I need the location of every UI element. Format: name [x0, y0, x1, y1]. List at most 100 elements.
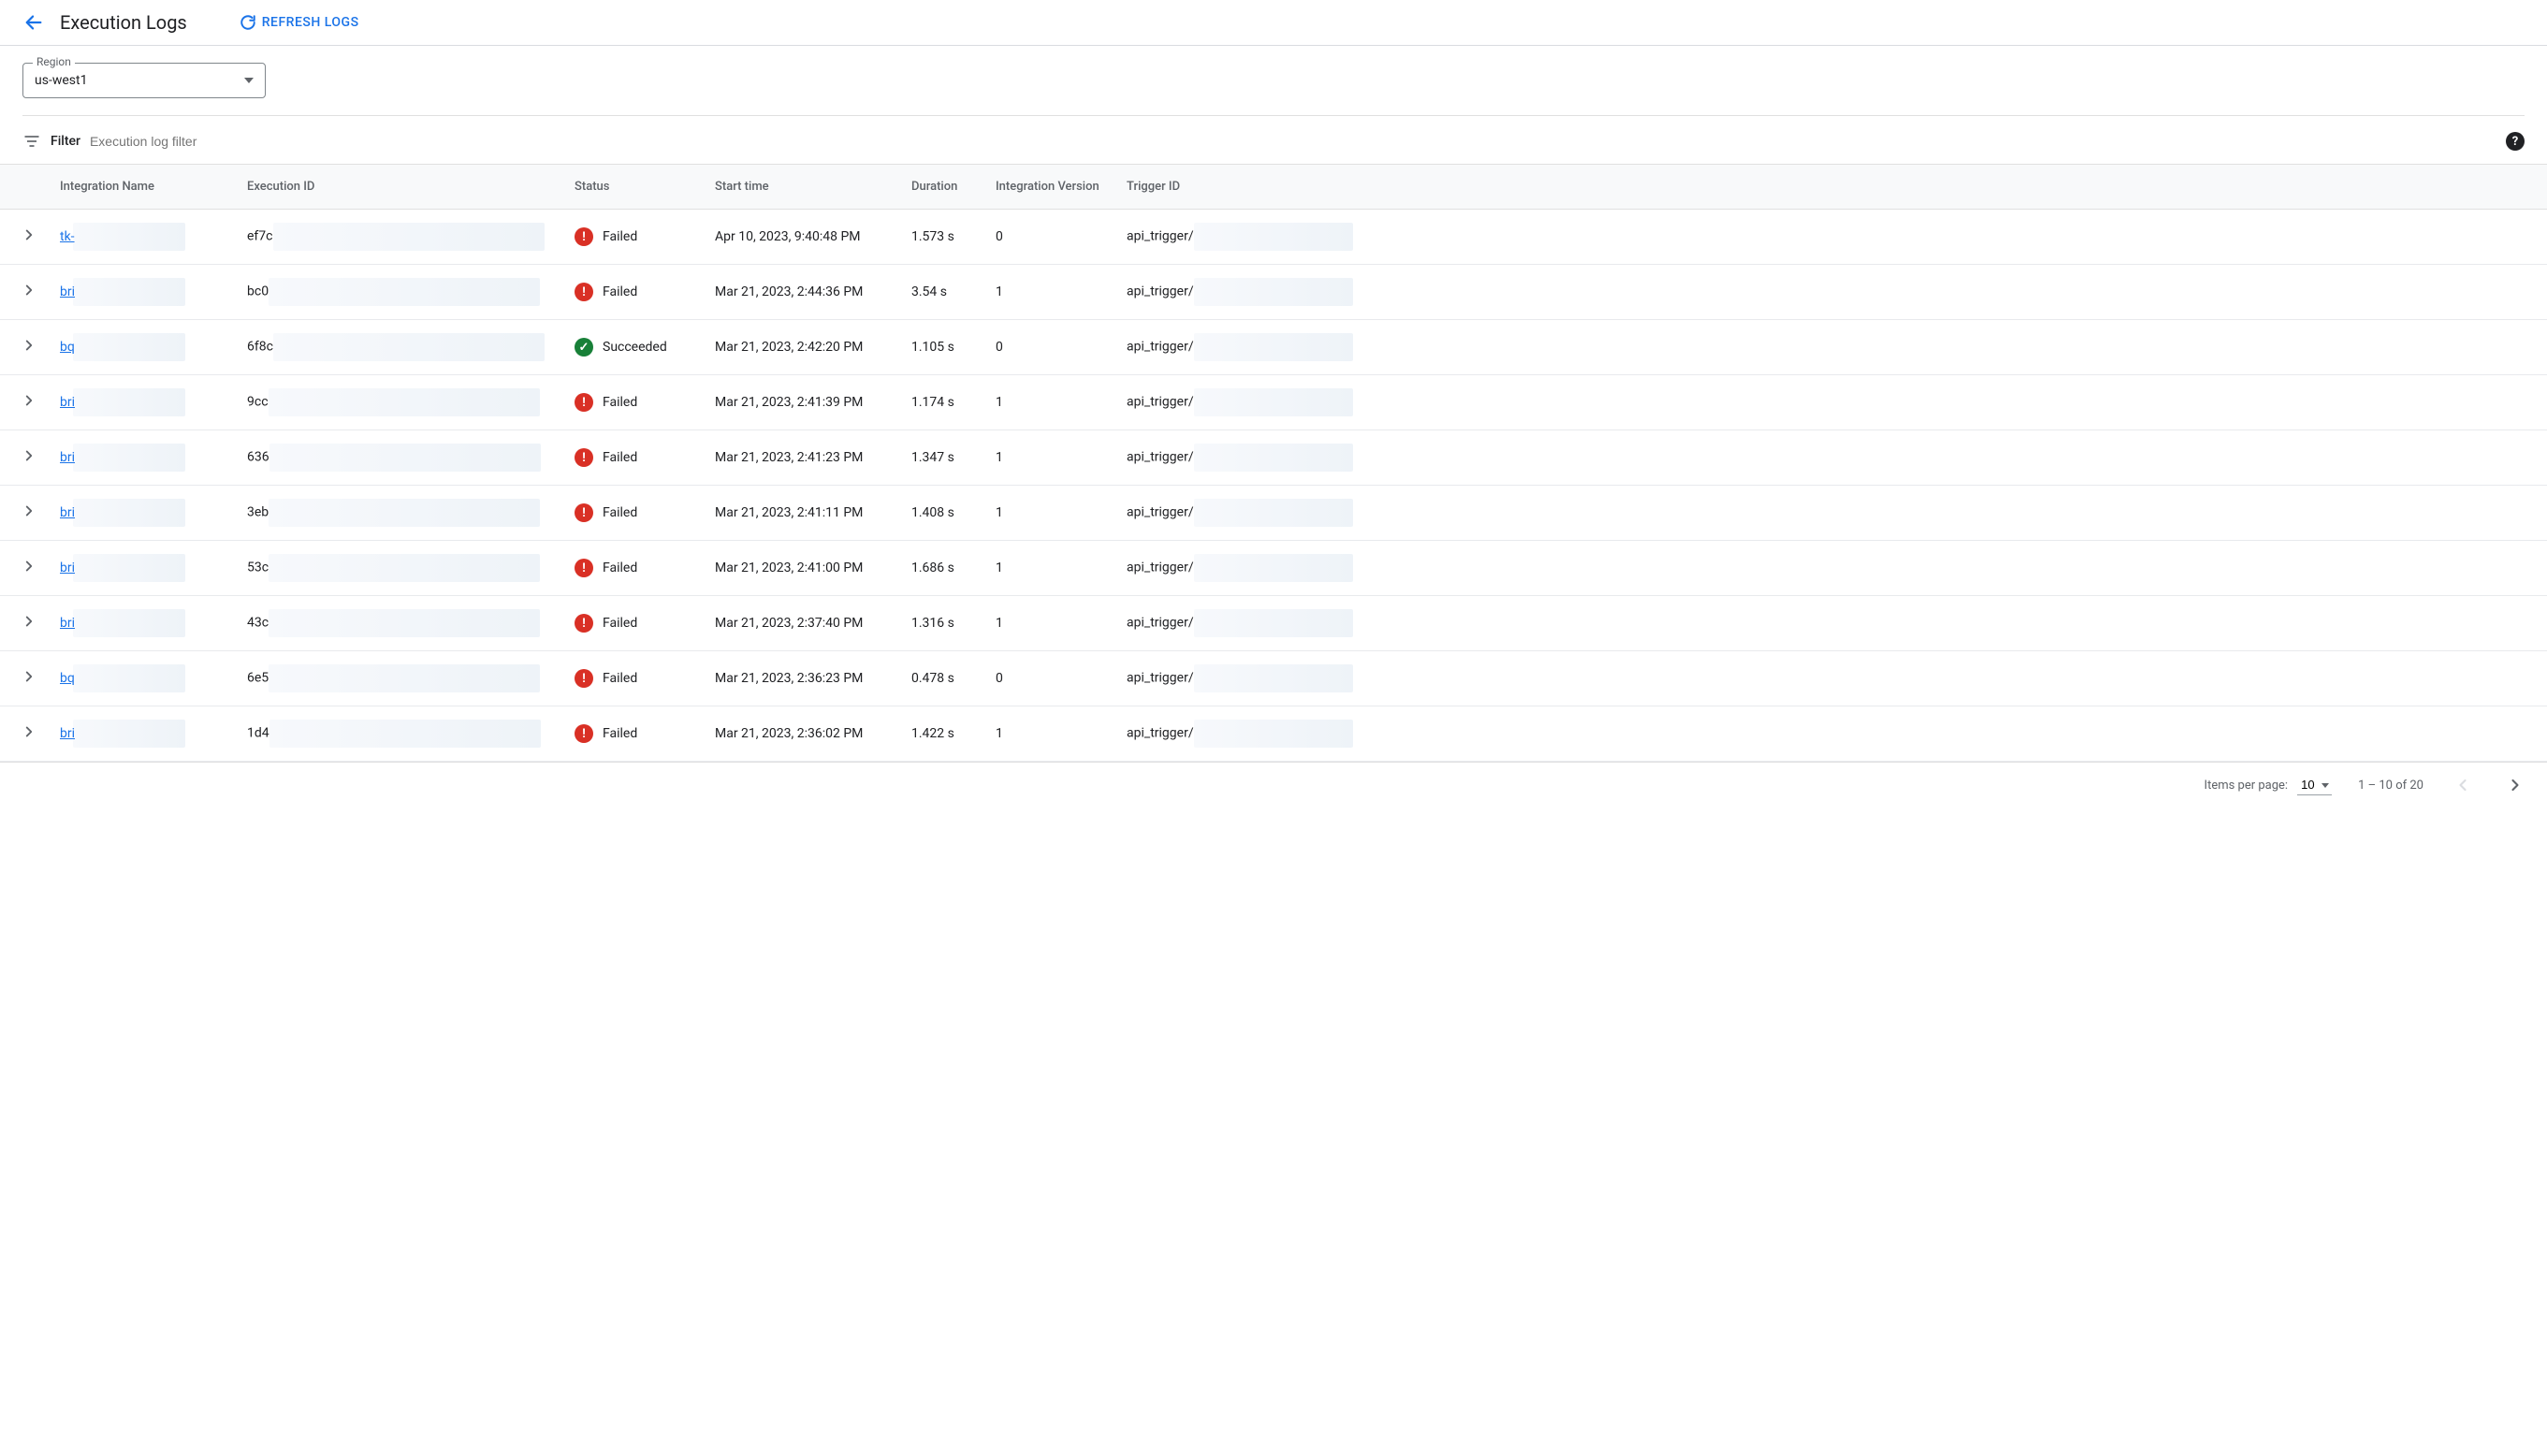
chevron-right-icon [21, 502, 37, 519]
execution-id-prefix: ef7c [247, 229, 273, 244]
status-failed-icon: ! [575, 227, 593, 246]
integration-version-value: 0 [984, 210, 1115, 265]
execution-id-prefix: 9cc [247, 395, 269, 410]
redacted-text [73, 499, 185, 527]
redacted-text [73, 333, 185, 361]
col-start-time[interactable]: Start time [704, 165, 900, 210]
page-title: Execution Logs [60, 11, 187, 34]
expand-row-button[interactable] [21, 226, 37, 243]
redacted-text [1194, 609, 1353, 637]
prev-page-button[interactable] [2450, 772, 2476, 798]
expand-row-button[interactable] [21, 723, 37, 740]
table-row: bri1d4!FailedMar 21, 2023, 2:36:02 PM1.4… [0, 706, 2547, 762]
table-row: bri3eb!FailedMar 21, 2023, 2:41:11 PM1.4… [0, 486, 2547, 541]
expand-row-button[interactable] [21, 502, 37, 519]
items-per-page-select[interactable]: 10 [2297, 775, 2332, 795]
status-cell: !Failed [575, 448, 692, 467]
duration-value: 1.422 s [900, 706, 984, 762]
chevron-right-icon [21, 447, 37, 464]
next-page-button[interactable] [2502, 772, 2528, 798]
status-label: Failed [603, 395, 637, 410]
status-failed-icon: ! [575, 559, 593, 577]
integration-version-value: 1 [984, 541, 1115, 596]
refresh-logs-label: Refresh Logs [262, 15, 359, 30]
redacted-text [269, 388, 540, 416]
table-row: bribc0!FailedMar 21, 2023, 2:44:36 PM3.5… [0, 265, 2547, 320]
execution-id-prefix: 3eb [247, 505, 269, 520]
integration-name-link[interactable]: bri [60, 726, 75, 741]
redacted-text [269, 278, 540, 306]
integration-version-value: 1 [984, 596, 1115, 651]
expand-row-button[interactable] [21, 282, 37, 298]
integration-name-link[interactable]: bq [60, 671, 75, 686]
help-icon: ? [2512, 135, 2518, 149]
expand-row-button[interactable] [21, 392, 37, 409]
refresh-icon [240, 14, 256, 31]
redacted-text [269, 664, 540, 692]
expand-row-button[interactable] [21, 613, 37, 630]
integration-name-link[interactable]: bri [60, 561, 75, 575]
filter-icon [22, 132, 41, 151]
back-button[interactable] [22, 11, 45, 34]
duration-value: 1.347 s [900, 430, 984, 486]
trigger-id-prefix: api_trigger/ [1127, 561, 1194, 575]
chevron-left-icon [2453, 776, 2472, 794]
chevron-right-icon [21, 392, 37, 409]
redacted-text [1194, 388, 1353, 416]
table-row: bri636!FailedMar 21, 2023, 2:41:23 PM1.3… [0, 430, 2547, 486]
filter-input[interactable] [90, 134, 2496, 149]
col-execution-id[interactable]: Execution ID [236, 165, 563, 210]
chevron-right-icon [21, 558, 37, 575]
duration-value: 1.686 s [900, 541, 984, 596]
status-label: Succeeded [603, 340, 667, 355]
status-label: Failed [603, 505, 637, 520]
start-time-value: Mar 21, 2023, 2:41:39 PM [704, 375, 900, 430]
status-failed-icon: ! [575, 283, 593, 301]
redacted-text [73, 720, 185, 748]
trigger-id-prefix: api_trigger/ [1127, 671, 1194, 686]
status-cell: !Failed [575, 559, 692, 577]
start-time-value: Apr 10, 2023, 9:40:48 PM [704, 210, 900, 265]
expand-row-button[interactable] [21, 668, 37, 685]
integration-name-link[interactable]: tk- [60, 229, 75, 244]
expand-row-button[interactable] [21, 337, 37, 354]
col-status[interactable]: Status [563, 165, 704, 210]
status-cell: !Failed [575, 669, 692, 688]
col-trigger-id[interactable]: Trigger ID [1115, 165, 2547, 210]
integration-name-link[interactable]: bri [60, 505, 75, 520]
expand-row-button[interactable] [21, 558, 37, 575]
col-duration[interactable]: Duration [900, 165, 984, 210]
refresh-logs-button[interactable]: Refresh Logs [240, 14, 359, 31]
trigger-id-prefix: api_trigger/ [1127, 616, 1194, 631]
expand-row-button[interactable] [21, 447, 37, 464]
status-failed-icon: ! [575, 614, 593, 633]
col-integration-name[interactable]: Integration Name [49, 165, 236, 210]
status-cell: !Failed [575, 724, 692, 743]
integration-name-link[interactable]: bri [60, 284, 75, 299]
region-select[interactable]: Region us-west1 [22, 63, 266, 98]
items-per-page: Items per page: 10 [2205, 775, 2333, 795]
integration-name-link[interactable]: bri [60, 450, 75, 465]
help-button[interactable]: ? [2506, 132, 2525, 151]
integration-name-link[interactable]: bri [60, 395, 75, 410]
start-time-value: Mar 21, 2023, 2:41:23 PM [704, 430, 900, 486]
status-failed-icon: ! [575, 503, 593, 522]
duration-value: 1.316 s [900, 596, 984, 651]
execution-id-prefix: 43c [247, 616, 269, 631]
integration-name-link[interactable]: bq [60, 340, 75, 355]
col-integration-version[interactable]: Integration Version [984, 165, 1115, 210]
chevron-right-icon [21, 723, 37, 740]
status-label: Failed [603, 616, 637, 631]
start-time-value: Mar 21, 2023, 2:41:11 PM [704, 486, 900, 541]
status-failed-icon: ! [575, 669, 593, 688]
duration-value: 1.573 s [900, 210, 984, 265]
redacted-text [73, 609, 185, 637]
redacted-text [269, 444, 541, 472]
chevron-right-icon [21, 668, 37, 685]
integration-name-link[interactable]: bri [60, 616, 75, 631]
integration-version-value: 1 [984, 430, 1115, 486]
start-time-value: Mar 21, 2023, 2:36:23 PM [704, 651, 900, 706]
trigger-id-prefix: api_trigger/ [1127, 284, 1194, 299]
status-succeeded-icon: ✓ [575, 338, 593, 357]
filter-bar: Filter ? [0, 115, 2547, 165]
